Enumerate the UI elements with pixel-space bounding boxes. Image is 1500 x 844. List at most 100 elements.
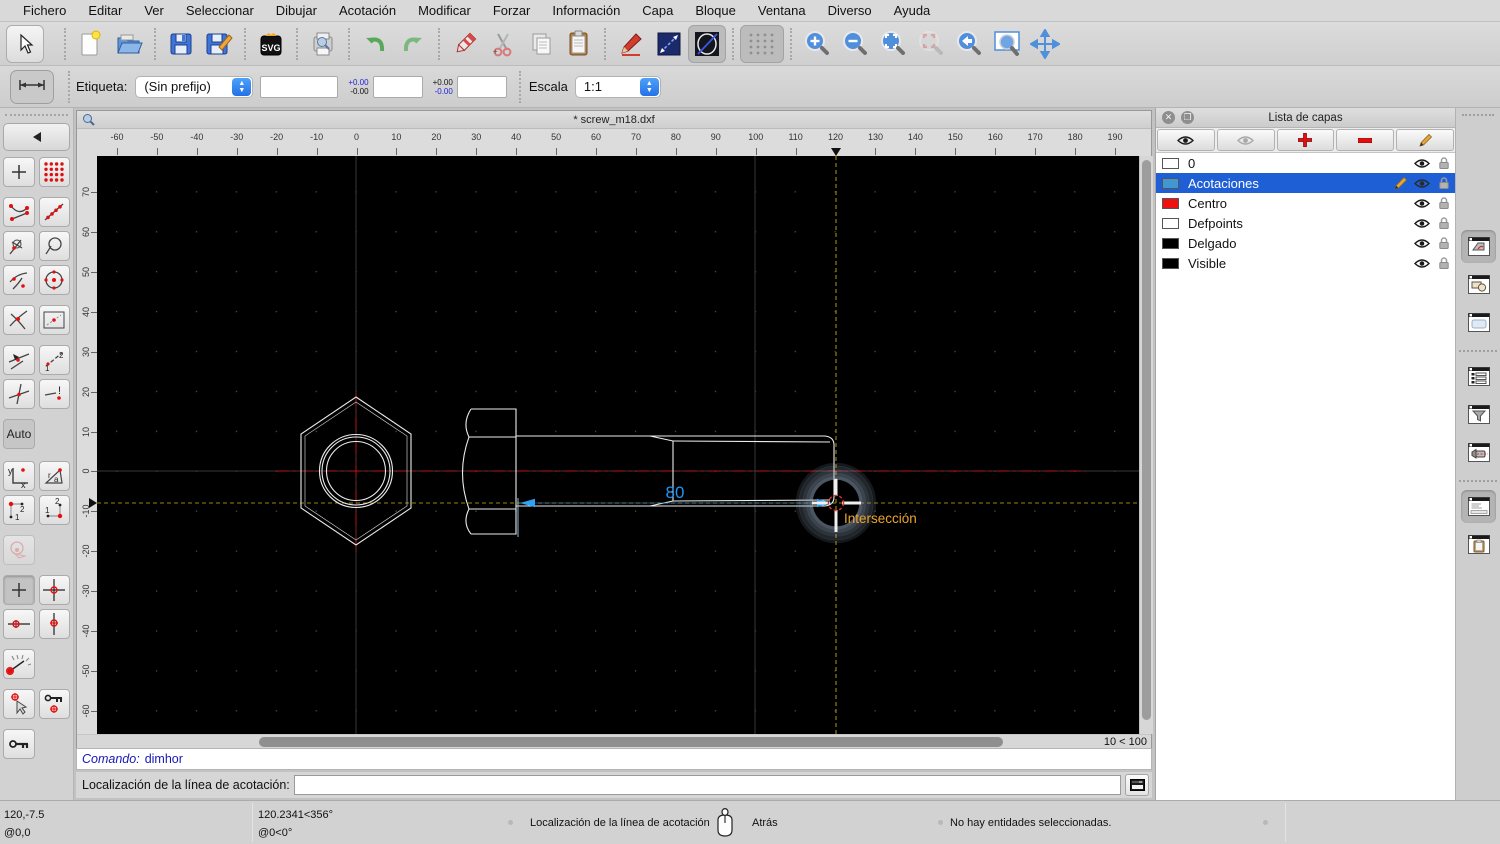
zoom-out-icon[interactable]	[836, 25, 874, 63]
pick-relative-zero-icon[interactable]	[3, 689, 35, 719]
relative-corner-12-icon[interactable]: 12	[3, 495, 35, 525]
restrict-angle-icon[interactable]	[3, 535, 35, 565]
remove-layer-button[interactable]	[1336, 129, 1394, 151]
close-icon[interactable]: ✕	[1162, 111, 1175, 124]
select-arrow-icon[interactable]	[6, 25, 44, 63]
horizontal-scrollbar[interactable]	[97, 735, 1139, 749]
ellipse-tool-icon[interactable]	[688, 25, 726, 63]
layer-visibility-eye-icon[interactable]	[1411, 238, 1433, 249]
save-as-icon[interactable]	[200, 25, 238, 63]
vertical-restriction-icon[interactable]	[39, 609, 71, 639]
vertical-scrollbar[interactable]	[1139, 156, 1153, 734]
layer-visibility-eye-icon[interactable]	[1411, 198, 1433, 209]
restrict-nothing-icon[interactable]	[3, 379, 35, 409]
layer-visibility-eye-icon[interactable]	[1411, 258, 1433, 269]
back-button[interactable]	[3, 123, 70, 151]
cartesian-coordinates-icon[interactable]: yx	[3, 461, 35, 491]
open-folder-icon[interactable]	[110, 25, 148, 63]
restrict-horizontal-icon[interactable]: !	[39, 379, 71, 409]
tolerance-input-1[interactable]	[373, 76, 423, 98]
escala-select[interactable]: 1:1 ▲▼	[575, 76, 661, 98]
layer-row-acotaciones[interactable]: Acotaciones	[1156, 173, 1455, 193]
print-preview-icon[interactable]	[304, 25, 342, 63]
zoom-auto-icon[interactable]	[874, 25, 912, 63]
keyboard-toggle-button[interactable]	[1125, 774, 1149, 796]
drawing-canvas[interactable]: 80	[97, 156, 1139, 734]
menu-dibujar[interactable]: Dibujar	[265, 0, 328, 21]
edit-pencil-icon[interactable]	[1389, 176, 1411, 191]
menu-acotacion[interactable]: Acotación	[328, 0, 407, 21]
menu-ver[interactable]: Ver	[133, 0, 175, 21]
layer-color-swatch[interactable]	[1162, 218, 1179, 229]
dock-blocks-icon[interactable]	[1461, 268, 1496, 301]
layer-row-delgado[interactable]: Delgado	[1156, 233, 1455, 253]
horizontal-restriction-icon[interactable]	[3, 609, 35, 639]
auto-snap-button[interactable]: Auto	[3, 419, 35, 449]
menu-bloque[interactable]: Bloque	[684, 0, 746, 21]
dock-library-icon[interactable]	[1461, 306, 1496, 339]
document-titlebar[interactable]: * screw_m18.dxf	[77, 111, 1151, 129]
zoom-in-icon[interactable]	[798, 25, 836, 63]
layer-row-0[interactable]: 0	[1156, 153, 1455, 173]
prefix-select[interactable]: (Sin prefijo) ▲▼	[135, 76, 253, 98]
dock-entities-icon[interactable]	[1461, 360, 1496, 393]
menu-ayuda[interactable]: Ayuda	[883, 0, 942, 21]
paste-clipboard-icon[interactable]	[560, 25, 598, 63]
snap-middle-icon[interactable]	[39, 231, 71, 261]
red-pencil-icon[interactable]	[612, 25, 650, 63]
snap-on-entity-icon[interactable]	[39, 197, 71, 227]
copy-icon[interactable]	[522, 25, 560, 63]
layer-color-swatch[interactable]	[1162, 198, 1179, 209]
menu-editar[interactable]: Editar	[77, 0, 133, 21]
dock-command-icon[interactable]	[1461, 490, 1496, 523]
dimension-square-icon[interactable]	[650, 25, 688, 63]
horizontal-dimension-tool-button[interactable]	[10, 70, 54, 104]
menu-forzar[interactable]: Forzar	[482, 0, 542, 21]
hide-all-layers-button[interactable]	[1217, 129, 1275, 151]
polar-coordinates-icon[interactable]: ra	[39, 461, 71, 491]
zoom-back-icon[interactable]	[950, 25, 988, 63]
layer-visibility-eye-icon[interactable]	[1411, 158, 1433, 169]
undo-icon[interactable]	[356, 25, 394, 63]
layer-color-swatch[interactable]	[1162, 158, 1179, 169]
relative-zero-marker-icon[interactable]	[39, 575, 71, 605]
menu-ventana[interactable]: Ventana	[747, 0, 817, 21]
menu-fichero[interactable]: Fichero	[12, 0, 77, 21]
snap-grid-icon[interactable]	[39, 157, 71, 187]
layer-lock-icon[interactable]	[1433, 176, 1455, 190]
zoom-window-icon[interactable]	[988, 25, 1026, 63]
layer-lock-icon[interactable]	[1433, 216, 1455, 230]
snap-endpoints-icon[interactable]	[3, 197, 35, 227]
absolute-corner-12-icon[interactable]: 12	[39, 495, 71, 525]
layer-color-swatch[interactable]	[1162, 258, 1179, 269]
set-relative-zero-icon[interactable]	[3, 575, 35, 605]
layer-visibility-eye-icon[interactable]	[1411, 178, 1433, 189]
tolerance-input-2[interactable]	[457, 76, 507, 98]
layer-color-swatch[interactable]	[1162, 178, 1179, 189]
zoom-previous-icon[interactable]	[912, 25, 950, 63]
layer-lock-icon[interactable]	[1433, 236, 1455, 250]
show-all-layers-button[interactable]	[1157, 129, 1215, 151]
grid-toggle-icon[interactable]	[740, 25, 784, 63]
snap-tangent-icon[interactable]	[3, 231, 35, 261]
toolbar-drag-handle[interactable]	[1462, 114, 1494, 116]
layer-lock-icon[interactable]	[1433, 156, 1455, 170]
eraser-icon[interactable]	[446, 25, 484, 63]
command-input[interactable]	[294, 775, 1121, 795]
add-layer-button[interactable]	[1277, 129, 1335, 151]
dock-filter-icon[interactable]	[1461, 398, 1496, 431]
snap-distance-icon[interactable]	[3, 265, 35, 295]
label-input[interactable]	[260, 76, 338, 98]
snap-center-icon[interactable]	[39, 265, 71, 295]
dock-plugins-icon[interactable]	[1461, 436, 1496, 469]
undock-icon[interactable]: ❐	[1181, 111, 1194, 124]
snap-intersection-manual-icon[interactable]	[39, 305, 71, 335]
layer-lock-icon[interactable]	[1433, 196, 1455, 210]
layer-color-swatch[interactable]	[1162, 238, 1179, 249]
lock-layer-icon[interactable]	[3, 729, 35, 759]
menu-modificar[interactable]: Modificar	[407, 0, 482, 21]
snap-free-icon[interactable]	[3, 157, 35, 187]
menu-capa[interactable]: Capa	[631, 0, 684, 21]
layer-visibility-eye-icon[interactable]	[1411, 218, 1433, 229]
snap-intersection-icon[interactable]	[3, 305, 35, 335]
